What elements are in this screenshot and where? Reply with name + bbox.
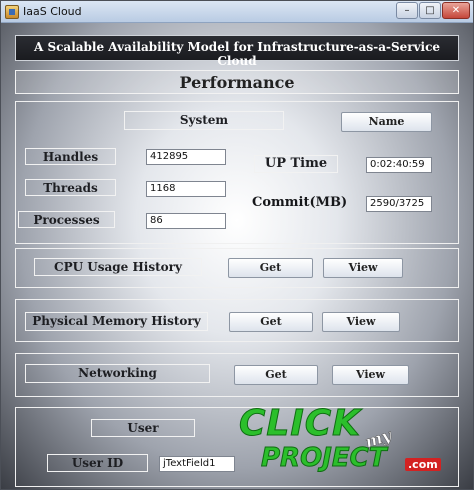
threads-field[interactable]: 1168: [146, 181, 226, 197]
processes-field[interactable]: 86: [146, 213, 226, 229]
threads-label: Threads: [25, 179, 116, 196]
networking-get-button[interactable]: Get: [234, 365, 318, 385]
user-id-label: User ID: [47, 454, 148, 472]
uptime-field[interactable]: 0:02:40:59: [366, 157, 432, 173]
logo-click-text: CLICK: [238, 403, 362, 445]
logo-com-text: .com: [405, 458, 441, 471]
clickmyproject-logo: CLICK my PROJECT .com: [233, 403, 443, 475]
commit-label: Commit(MB): [252, 195, 348, 210]
cpu-usage-label: CPU Usage History: [34, 258, 202, 276]
networking-view-button[interactable]: View: [332, 365, 409, 385]
name-button[interactable]: Name: [341, 112, 432, 132]
handles-label: Handles: [25, 148, 116, 165]
app-icon: [5, 5, 19, 19]
user-id-field[interactable]: jTextField1: [159, 456, 235, 472]
cpu-view-button[interactable]: View: [323, 258, 403, 278]
processes-label: Processes: [18, 211, 115, 228]
window-title: IaaS Cloud: [23, 5, 82, 18]
performance-title: Performance: [179, 73, 295, 92]
maximize-button[interactable]: □: [419, 2, 441, 19]
close-button[interactable]: ✕: [442, 2, 470, 19]
handles-field[interactable]: 412895: [146, 149, 226, 165]
main-window: IaaS Cloud – □ ✕ A Scalable Availability…: [0, 0, 474, 490]
networking-label: Networking: [25, 364, 210, 383]
uptime-label: UP Time: [254, 155, 338, 173]
title-bar[interactable]: IaaS Cloud – □ ✕: [1, 1, 473, 23]
logo-project-text: PROJECT: [260, 443, 387, 474]
minimize-button[interactable]: –: [396, 2, 418, 19]
commit-field[interactable]: 2590/3725: [366, 196, 432, 212]
memory-get-button[interactable]: Get: [229, 312, 313, 332]
cpu-get-button[interactable]: Get: [228, 258, 313, 278]
system-label: System: [124, 111, 284, 130]
user-label: User: [91, 419, 195, 437]
memory-view-button[interactable]: View: [322, 312, 400, 332]
physical-memory-label: Physical Memory History: [25, 312, 208, 331]
header-banner: A Scalable Availability Model for Infras…: [15, 35, 459, 68]
header-title: A Scalable Availability Model for Infras…: [33, 40, 441, 68]
performance-heading-box: Performance: [15, 70, 459, 94]
